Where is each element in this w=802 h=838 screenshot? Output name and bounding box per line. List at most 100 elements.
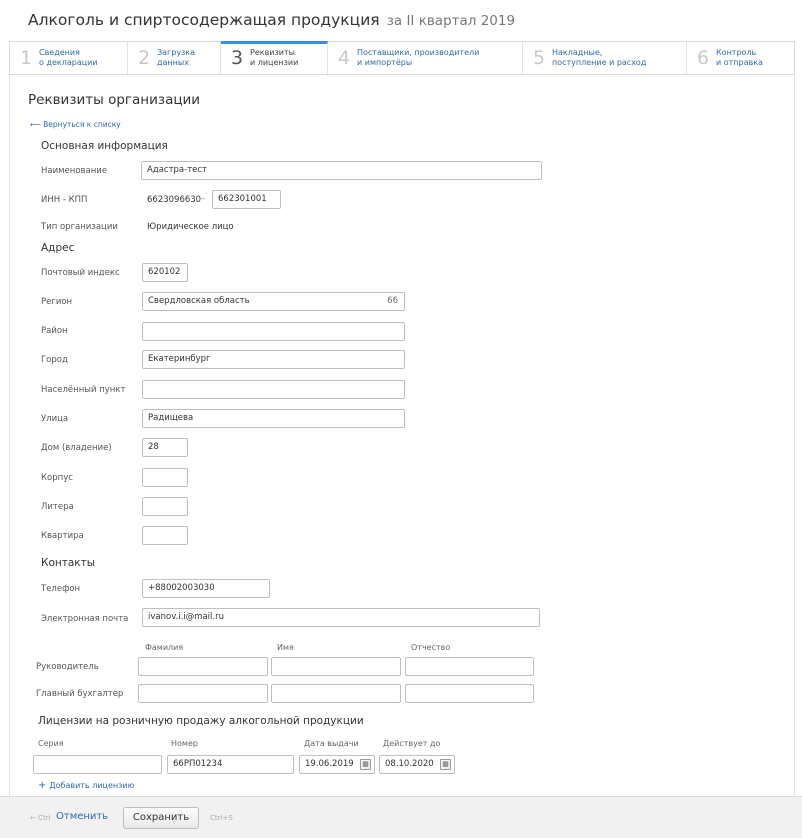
declaration-title: Алкоголь и спиртосодержащая продукция xyxy=(28,11,380,29)
street-input[interactable]: Радищева xyxy=(142,409,405,428)
accountant-lastname-input[interactable] xyxy=(138,684,268,703)
postal-label: Почтовый индекс xyxy=(41,268,120,278)
calendar-icon[interactable]: ▦ xyxy=(360,759,371,770)
step-label: Реквизиты и лицензии xyxy=(250,48,299,67)
region-label: Регион xyxy=(41,297,73,307)
org-type-value: Юридическое лицо xyxy=(147,222,234,232)
cancel-shortcut-hint: ← Ctrl xyxy=(30,814,51,822)
section-basic-info: Основная информация xyxy=(41,140,168,152)
step-data-upload[interactable]: 2 Загрузка данных xyxy=(128,42,221,74)
region-input[interactable]: Свердловская область 66 xyxy=(142,292,405,311)
director-firstname-input[interactable] xyxy=(271,657,401,676)
page-title: Реквизиты организации xyxy=(28,92,201,108)
footer-bar: ← Ctrl Отменить Сохранить Ctrl+S xyxy=(0,796,802,838)
step-number: 5 xyxy=(533,47,546,69)
step-number: 1 xyxy=(20,47,33,69)
city-label: Город xyxy=(41,355,68,365)
license-valid-until-value: 08.10.2020 xyxy=(385,759,434,769)
step-number: 6 xyxy=(697,47,710,69)
apartment-label: Квартира xyxy=(41,531,84,541)
add-license-label: Добавить лицензию xyxy=(49,781,135,790)
letter-input[interactable] xyxy=(142,497,188,516)
letter-label: Литера xyxy=(41,502,74,512)
region-value: Свердловская область xyxy=(148,296,250,306)
name-input[interactable]: Адастра-тест xyxy=(141,161,542,180)
content-frame xyxy=(9,76,795,796)
accountant-firstname-input[interactable] xyxy=(271,684,401,703)
kpp-input[interactable]: 662301001 xyxy=(212,190,281,209)
wizard-steps: 1 Сведения о декларации 2 Загрузка данны… xyxy=(9,41,795,76)
col-series: Серия xyxy=(38,739,64,748)
col-valid-until: Действует до xyxy=(383,739,441,748)
col-lastname: Фамилия xyxy=(145,643,184,652)
col-patronymic: Отчество xyxy=(411,643,451,652)
house-label: Дом (владение) xyxy=(41,443,112,453)
save-shortcut-hint: Ctrl+S xyxy=(210,814,233,822)
back-link[interactable]: ⟵ Вернуться к списку xyxy=(30,120,121,129)
org-type-label: Тип организации xyxy=(41,222,118,232)
director-lastname-input[interactable] xyxy=(138,657,268,676)
step-control[interactable]: 6 Контроль и отправка xyxy=(687,42,794,74)
accountant-patronymic-input[interactable] xyxy=(405,684,534,703)
phone-input[interactable]: +88002003030 xyxy=(142,579,270,598)
inn-value: 6623096630 xyxy=(147,195,202,205)
step-suppliers[interactable]: 4 Поставщики, производители и импортёры xyxy=(328,42,523,74)
phone-label: Телефон xyxy=(41,584,81,594)
step-label: Накладные, поступление и расход xyxy=(552,48,647,67)
director-patronymic-input[interactable] xyxy=(405,657,534,676)
building-label: Корпус xyxy=(41,473,73,483)
step-invoices[interactable]: 5 Накладные, поступление и расход xyxy=(523,42,687,74)
house-input[interactable]: 28 xyxy=(142,438,188,457)
kpp-value: 662301001 xyxy=(218,194,267,204)
step-label: Контроль и отправка xyxy=(716,48,763,67)
city-input[interactable]: Екатеринбург xyxy=(142,350,405,369)
license-issue-date-value: 19.06.2019 xyxy=(305,759,354,769)
page-header: Алкоголь и спиртосодержащая продукция за… xyxy=(28,10,515,29)
locality-label: Населённый пункт xyxy=(41,385,126,395)
section-licenses: Лицензии на розничную продажу алкогольно… xyxy=(38,715,364,727)
name-value: Адастра-тест xyxy=(147,165,208,175)
building-input[interactable] xyxy=(142,468,188,487)
house-value: 28 xyxy=(148,442,159,452)
license-series-input[interactable] xyxy=(33,755,162,774)
step-declaration-info[interactable]: 1 Сведения о декларации xyxy=(10,42,128,74)
phone-value: +88002003030 xyxy=(148,583,215,593)
license-valid-until-input[interactable]: 08.10.2020 ▦ xyxy=(379,755,455,774)
add-license-link[interactable]: + Добавить лицензию xyxy=(38,780,134,791)
section-contacts: Контакты xyxy=(41,557,96,569)
region-code: 66 xyxy=(387,296,398,306)
back-link-label: Вернуться к списку xyxy=(43,120,121,129)
apartment-input[interactable] xyxy=(142,526,188,545)
email-label: Электронная почта xyxy=(41,614,129,624)
step-number: 4 xyxy=(338,47,351,69)
name-label: Наименование xyxy=(41,166,108,176)
step-number: 2 xyxy=(138,47,151,69)
step-label: Поставщики, производители и импортёры xyxy=(357,48,480,67)
cancel-button[interactable]: Отменить xyxy=(56,811,108,822)
street-value: Радищева xyxy=(148,413,194,423)
inn-kpp-label: ИНН - КПП xyxy=(41,195,88,205)
postal-value: 620102 xyxy=(148,267,181,277)
license-number-input[interactable]: 66РП01234 xyxy=(167,755,294,774)
step-number: 3 xyxy=(231,47,244,69)
locality-input[interactable] xyxy=(142,380,405,399)
inn-kpp-separator: – xyxy=(201,194,206,204)
plus-icon: + xyxy=(38,780,47,791)
step-label: Загрузка данных xyxy=(157,48,196,67)
city-value: Екатеринбург xyxy=(148,354,211,364)
license-issue-date-input[interactable]: 19.06.2019 ▦ xyxy=(299,755,375,774)
col-firstname: Имя xyxy=(277,643,294,652)
col-number: Номер xyxy=(171,739,198,748)
postal-input[interactable]: 620102 xyxy=(142,263,188,282)
street-label: Улица xyxy=(41,414,69,424)
director-label: Руководитель xyxy=(36,662,99,672)
district-input[interactable] xyxy=(142,322,405,341)
email-value: ivanov.i.i@mail.ru xyxy=(148,612,224,622)
calendar-icon[interactable]: ▦ xyxy=(440,759,451,770)
arrow-left-icon: ← xyxy=(30,814,39,822)
license-number-value: 66РП01234 xyxy=(173,759,223,769)
email-input[interactable]: ivanov.i.i@mail.ru xyxy=(142,608,540,627)
save-button[interactable]: Сохранить xyxy=(123,807,199,829)
arrow-left-icon: ⟵ xyxy=(30,120,44,129)
step-requisites[interactable]: 3 Реквизиты и лицензии xyxy=(221,41,328,76)
